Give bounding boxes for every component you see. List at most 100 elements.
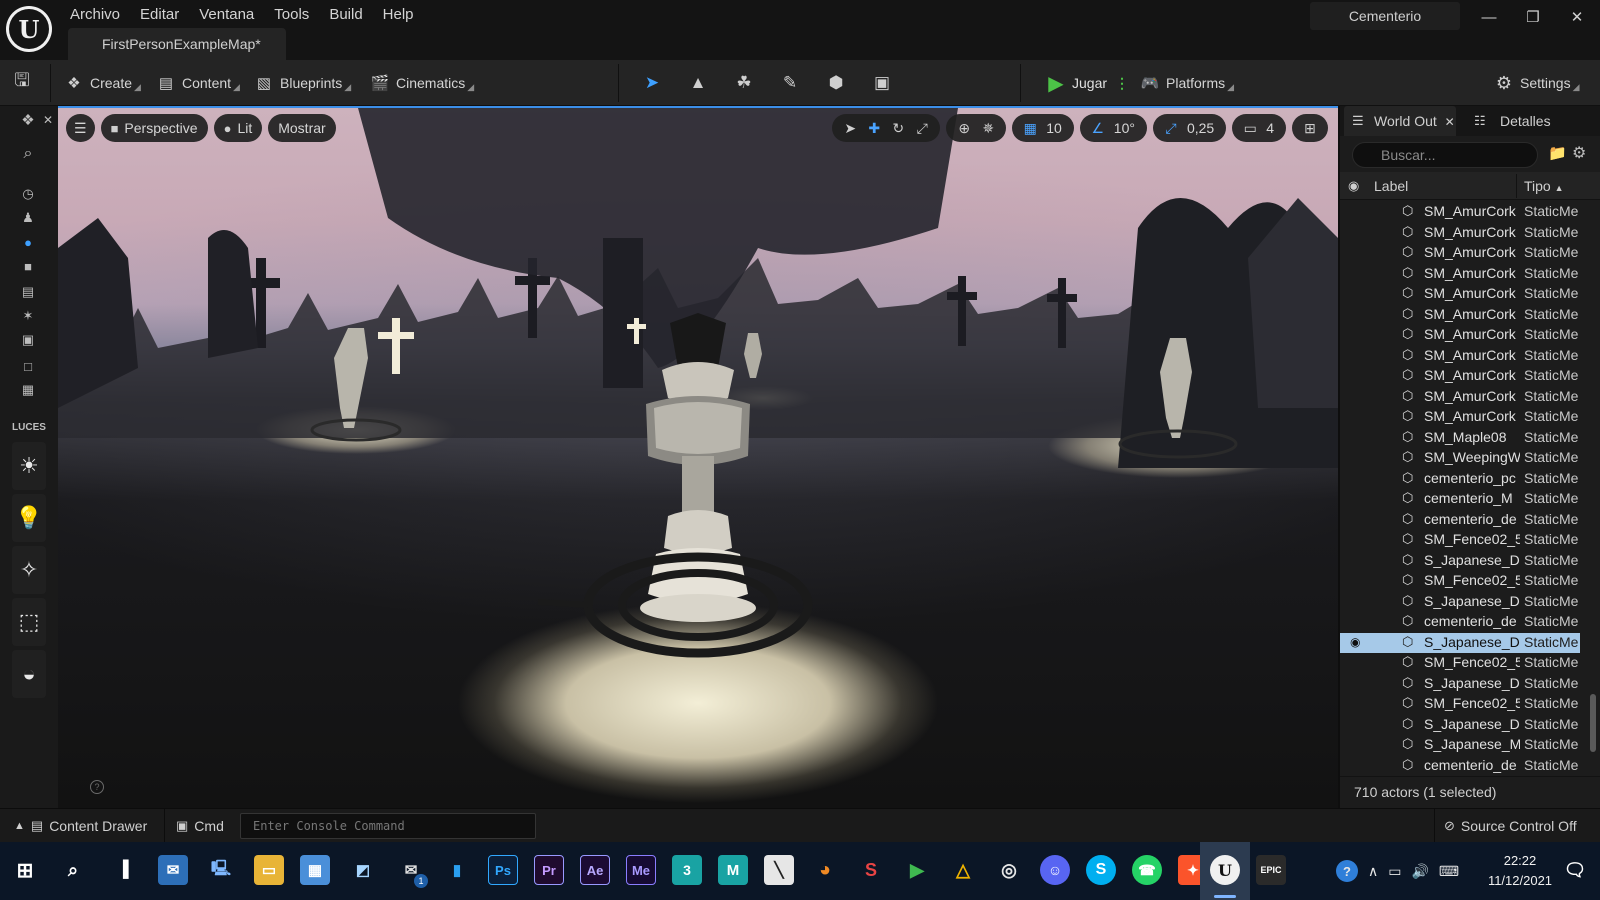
phone-icon[interactable]: ▮	[442, 855, 472, 885]
file-explorer-icon[interactable]: ▭	[254, 855, 284, 885]
geometry-icon[interactable]: ▣	[16, 330, 40, 350]
scale-snap[interactable]: ⤢ 0,25	[1152, 114, 1227, 142]
menu-tools[interactable]: Tools	[264, 4, 319, 26]
console-command-input[interactable]: Enter Console Command	[240, 813, 536, 839]
maya-icon[interactable]: M	[718, 855, 748, 885]
outliner-row[interactable]: ⬡ SM_Fence02_5 StaticMe	[1340, 653, 1580, 673]
foliage-mode-icon[interactable]: ☘	[730, 70, 758, 96]
level-document-tab[interactable]: FirstPersonExampleMap*	[68, 28, 286, 60]
directional-light-icon[interactable]: ☀	[12, 442, 46, 490]
outliner-row[interactable]: ⬡ SM_AmurCork StaticMe	[1340, 346, 1580, 366]
outliner-row[interactable]: ⬡ SM_AmurCork StaticMe	[1340, 264, 1580, 284]
outliner-row[interactable]: ⬡ SM_AmurCork StaticMe	[1340, 387, 1580, 407]
grid-snap[interactable]: ▦ 10	[1012, 114, 1074, 142]
keyboard-icon[interactable]: ⌨	[1439, 863, 1459, 880]
tab-world-outliner[interactable]: ☰ World Out ✕	[1344, 106, 1456, 136]
aim-icon[interactable]: △	[948, 855, 978, 885]
volumes-icon[interactable]: □	[16, 356, 40, 376]
outliner-row[interactable]: ⬡ SM_AmurCork StaticMe	[1340, 366, 1580, 386]
rect-light-icon[interactable]: ⬚	[12, 598, 46, 646]
visibility-eye-icon[interactable]: ◉	[1348, 178, 1359, 194]
mesh-paint-mode-icon[interactable]: ✎	[776, 70, 804, 96]
menu-archivo[interactable]: Archivo	[60, 4, 130, 26]
menu-help[interactable]: Help	[373, 4, 424, 26]
content-button[interactable]: ▤ Content ◢	[156, 68, 240, 98]
lit-button[interactable]: ● Lit	[213, 114, 263, 142]
outliner-row[interactable]: ⬡ cementerio_de StaticMe	[1340, 510, 1580, 530]
help-icon[interactable]: ?	[1336, 860, 1358, 882]
substance-icon[interactable]: S	[856, 855, 886, 885]
photoshop-icon[interactable]: Ps	[488, 855, 518, 885]
menu-build[interactable]: Build	[319, 4, 372, 26]
outliner-row[interactable]: ⬡ SM_AmurCork StaticMe	[1340, 325, 1580, 345]
point-light-icon[interactable]: 💡	[12, 494, 46, 542]
whatsapp-icon[interactable]: ☎	[1132, 855, 1162, 885]
outliner-row[interactable]: ⬡ SM_AmurCork StaticMe	[1340, 284, 1580, 304]
outliner-row[interactable]: ⬡ SM_AmurCork StaticMe	[1340, 305, 1580, 325]
outliner-row[interactable]: ⬡ SM_AmurCork StaticMe	[1340, 243, 1580, 263]
outliner-row[interactable]: ⬡ SM_WeepingW StaticMe	[1340, 448, 1580, 468]
unreal-logo-icon[interactable]: U	[6, 6, 52, 52]
viewport-layout-button[interactable]: ⊞	[1292, 114, 1328, 142]
outliner-row[interactable]: ⬡ SM_Maple08 StaticMe	[1340, 428, 1580, 448]
viewport-info-icon[interactable]: ?	[90, 780, 104, 794]
menu-ventana[interactable]: Ventana	[189, 4, 264, 26]
close-tab-icon[interactable]: ✕	[1445, 115, 1455, 129]
recent-icon[interactable]: ◷	[16, 184, 40, 204]
visibility-eye-icon[interactable]: ◉	[1350, 635, 1360, 649]
zbrush-icon[interactable]: ╲	[764, 855, 794, 885]
outlook-icon[interactable]: ✉	[158, 855, 188, 885]
outliner-row[interactable]: ⬡ SM_Fence02_5 StaticMe	[1340, 571, 1580, 591]
landscape-mode-icon[interactable]: ▲	[684, 70, 712, 96]
basic-icon[interactable]: ♟	[16, 208, 40, 228]
rotate-tool-icon[interactable]: ↻	[886, 120, 910, 137]
shapes-icon[interactable]: ■	[16, 256, 40, 276]
skype-icon[interactable]: S	[1086, 855, 1116, 885]
windows-start-icon[interactable]: ⊞	[10, 855, 40, 885]
unreal-engine-icon[interactable]: U	[1210, 855, 1240, 885]
obs-icon[interactable]: ◎	[994, 855, 1024, 885]
notes-icon[interactable]: ◩	[348, 855, 378, 885]
outliner-scrollbar[interactable]	[1590, 694, 1596, 752]
outliner-row[interactable]: ⬡ cementerio_pc StaticMe	[1340, 469, 1580, 489]
level-viewport[interactable]: ☰ ■ Perspective ● Lit Mostrar ➤ ✚ ↻ ⤢ ⊕ …	[58, 106, 1338, 808]
outliner-row[interactable]: ⬡ S_Japanese_D StaticMe	[1340, 674, 1580, 694]
surface-snap-icon[interactable]: ✵	[976, 120, 1000, 137]
close-panel-icon[interactable]: ✕	[36, 110, 60, 130]
content-drawer-button[interactable]: ▲ ▤ Content Drawer	[14, 809, 147, 843]
outliner-row[interactable]: ⬡ cementerio_de StaticMe	[1340, 756, 1580, 776]
source-control-button[interactable]: ⊘ Source Control Off	[1444, 809, 1577, 843]
search-icon[interactable]: ⌕	[58, 855, 88, 885]
spot-light-icon[interactable]: ✧	[12, 546, 46, 594]
notifications-icon[interactable]: 🗨	[1560, 855, 1590, 885]
modeling-mode-icon[interactable]: ▣	[868, 70, 896, 96]
move-tool-icon[interactable]: ✚	[862, 120, 886, 137]
cmd-button[interactable]: ▣ Cmd	[176, 809, 224, 843]
system-clock[interactable]: 22:22 11/12/2021	[1484, 851, 1556, 891]
outliner-row[interactable]: ⬡ SM_AmurCork StaticMe	[1340, 223, 1580, 243]
add-folder-icon[interactable]: 📁	[1548, 144, 1567, 162]
outliner-row[interactable]: ⬡ SM_Fence02_5 StaticMe	[1340, 530, 1580, 550]
fracture-mode-icon[interactable]: ⬢	[822, 70, 850, 96]
calculator-icon[interactable]: ▦	[300, 855, 330, 885]
scale-tool-icon[interactable]: ⤢	[910, 120, 934, 137]
chevron-up-icon[interactable]: ∧	[1368, 863, 1378, 880]
network-icon[interactable]: ▭	[1388, 863, 1401, 880]
premiere-icon[interactable]: Pr	[534, 855, 564, 885]
outliner-row[interactable]: ◉ ⬡ S_Japanese_D StaticMe	[1340, 632, 1580, 653]
select-tool-icon[interactable]: ➤	[838, 120, 862, 137]
search-icon[interactable]: ⌕	[16, 144, 40, 164]
settings-button[interactable]: ⚙ Settings ◢	[1494, 68, 1580, 98]
blender-icon[interactable]: ◕	[810, 855, 840, 885]
outliner-search-input[interactable]: Buscar...	[1352, 142, 1538, 168]
media-encoder-icon[interactable]: Me	[626, 855, 656, 885]
outliner-row[interactable]: ⬡ S_Japanese_D StaticMe	[1340, 551, 1580, 571]
3ds-max-icon[interactable]: 3	[672, 855, 702, 885]
epic-games-icon[interactable]: EPIC	[1256, 855, 1286, 885]
create-button[interactable]: ❖ Create ◢	[64, 68, 141, 98]
platforms-button[interactable]: 🎮 Platforms ◢	[1140, 68, 1234, 98]
perspective-button[interactable]: ■ Perspective	[100, 114, 208, 142]
camera-speed[interactable]: ▭ 4	[1232, 114, 1286, 142]
volume-icon[interactable]: 🔊	[1411, 863, 1428, 880]
play-options-icon[interactable]: ⋮	[1115, 75, 1129, 92]
